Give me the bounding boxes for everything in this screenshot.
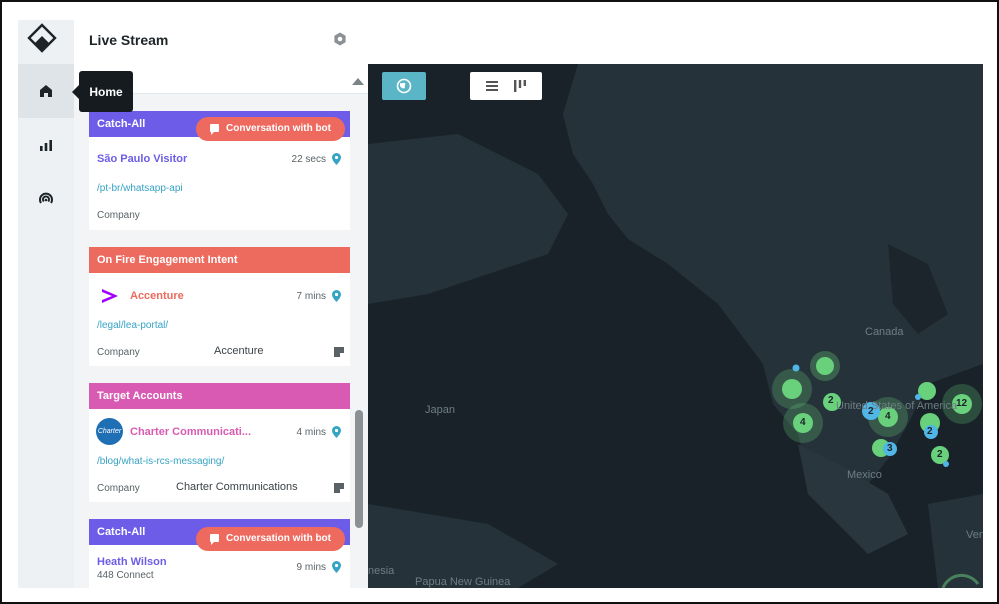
location-pin-icon: [332, 290, 341, 302]
segment-label: On Fire Engagement Intent: [97, 254, 238, 266]
company-label: Company: [97, 347, 140, 358]
panel-scrollbar[interactable]: [355, 410, 363, 528]
home-tooltip: Home: [72, 71, 133, 112]
map-label-japan: Japan: [425, 404, 455, 416]
page-path[interactable]: /pt-br/whatsapp-api: [97, 183, 183, 194]
visitor-name[interactable]: Accenture: [130, 290, 184, 302]
nav-item-home[interactable]: [18, 64, 74, 118]
visitor-name[interactable]: São Paulo Visitor: [97, 153, 187, 165]
visitor-row: São Paulo Visitor 22 secs: [97, 153, 342, 165]
chip-label: Conversation with bot: [226, 533, 331, 544]
broadcast-icon: [39, 192, 53, 204]
home-icon: [40, 85, 52, 97]
stream-card[interactable]: Catch-All Conversation with bot São Paul…: [89, 111, 350, 230]
cluster-count[interactable]: 2: [828, 395, 834, 406]
cluster-count[interactable]: 2: [868, 406, 874, 417]
company-value: Accenture: [214, 345, 264, 357]
cluster-count[interactable]: 4: [885, 411, 891, 422]
map-view-button[interactable]: [382, 72, 426, 100]
map-label-mexico: Mexico: [847, 469, 882, 481]
chat-bubble-icon: [210, 534, 219, 545]
stream-card[interactable]: Catch-All Conversation with bot Heath Wi…: [89, 519, 350, 588]
page-path[interactable]: /blog/what-is-rcs-messaging/: [97, 456, 224, 467]
cluster-count[interactable]: 4: [800, 417, 806, 428]
visit-time: 9 mins: [296, 562, 326, 573]
globe-view-icon: [396, 78, 412, 94]
map-label-venezuela: Ven: [966, 529, 983, 541]
cluster-count[interactable]: 12: [956, 398, 967, 409]
note-icon[interactable]: [334, 347, 344, 357]
panel-header: Live Stream: [74, 20, 368, 60]
location-pin-icon: [332, 153, 341, 165]
segment-header: On Fire Engagement Intent: [89, 247, 350, 273]
segment-label: Target Accounts: [97, 390, 183, 402]
board-view-button[interactable]: [498, 72, 542, 100]
nav-item-broadcast[interactable]: [18, 172, 74, 226]
map-label-indonesia: nesia: [368, 565, 395, 577]
visitor-name[interactable]: Charter Communicati...: [130, 426, 251, 438]
stream-card[interactable]: Target Accounts Charter Charter Communic…: [89, 383, 350, 502]
location-pin-icon: [332, 561, 341, 573]
left-nav: [18, 20, 74, 588]
cluster-count[interactable]: 3: [887, 443, 893, 454]
note-icon[interactable]: [334, 483, 344, 493]
tooltip-text: Home: [89, 84, 123, 99]
location-pin-icon: [332, 426, 341, 438]
company-label: Company: [97, 483, 140, 494]
visit-time: 7 mins: [296, 291, 326, 302]
app-window: Live Stream ny Catch-All Conversation wi…: [0, 0, 999, 604]
panel-title: Live Stream: [89, 32, 169, 48]
visitor-row: Charter Communicati... 4 mins: [130, 426, 342, 438]
company-value: Charter Communications: [176, 481, 298, 493]
conversation-chip[interactable]: Conversation with bot: [196, 117, 345, 141]
chip-label: Conversation with bot: [226, 123, 331, 134]
segment-label: Catch-All: [97, 118, 146, 130]
cluster-count[interactable]: 2: [927, 426, 933, 437]
bar-chart-icon: [40, 140, 52, 151]
page-path[interactable]: /legal/lea-portal/: [97, 320, 168, 331]
nav-item-analytics[interactable]: [18, 118, 74, 172]
visitor-row: Accenture 7 mins: [130, 290, 342, 302]
segment-label: Catch-All: [97, 526, 146, 538]
world-map[interactable]: Canada Japan United States of America Me…: [368, 64, 983, 588]
visit-time: 22 secs: [291, 154, 326, 165]
map-label-papua-new-guinea: Papua New Guinea: [415, 576, 511, 588]
map-label-usa: United States of America: [836, 400, 958, 412]
stream-card[interactable]: On Fire Engagement Intent Accenture 7 mi…: [89, 247, 350, 366]
map-label-canada: Canada: [865, 326, 904, 338]
segment-header: Target Accounts: [89, 383, 350, 409]
visitor-row: Heath Wilson 9 mins: [97, 556, 342, 573]
cluster-count[interactable]: 2: [937, 449, 943, 460]
chat-bubble-icon: [210, 124, 219, 135]
visit-time: 4 mins: [296, 427, 326, 438]
settings-hexagon-icon[interactable]: [332, 31, 348, 47]
accenture-logo-icon: [102, 289, 118, 303]
company-logo-text: Charter: [97, 428, 122, 435]
board-view-icon: [514, 80, 526, 92]
conversation-chip[interactable]: Conversation with bot: [196, 527, 345, 551]
scroll-up-icon[interactable]: [352, 78, 364, 85]
company-logo: Charter: [96, 418, 123, 445]
company-label: Company: [97, 210, 140, 221]
app-logo-icon[interactable]: [27, 23, 57, 57]
visitor-name[interactable]: Heath Wilson: [97, 556, 167, 568]
visitor-subtitle: 448 Connect: [97, 570, 154, 581]
